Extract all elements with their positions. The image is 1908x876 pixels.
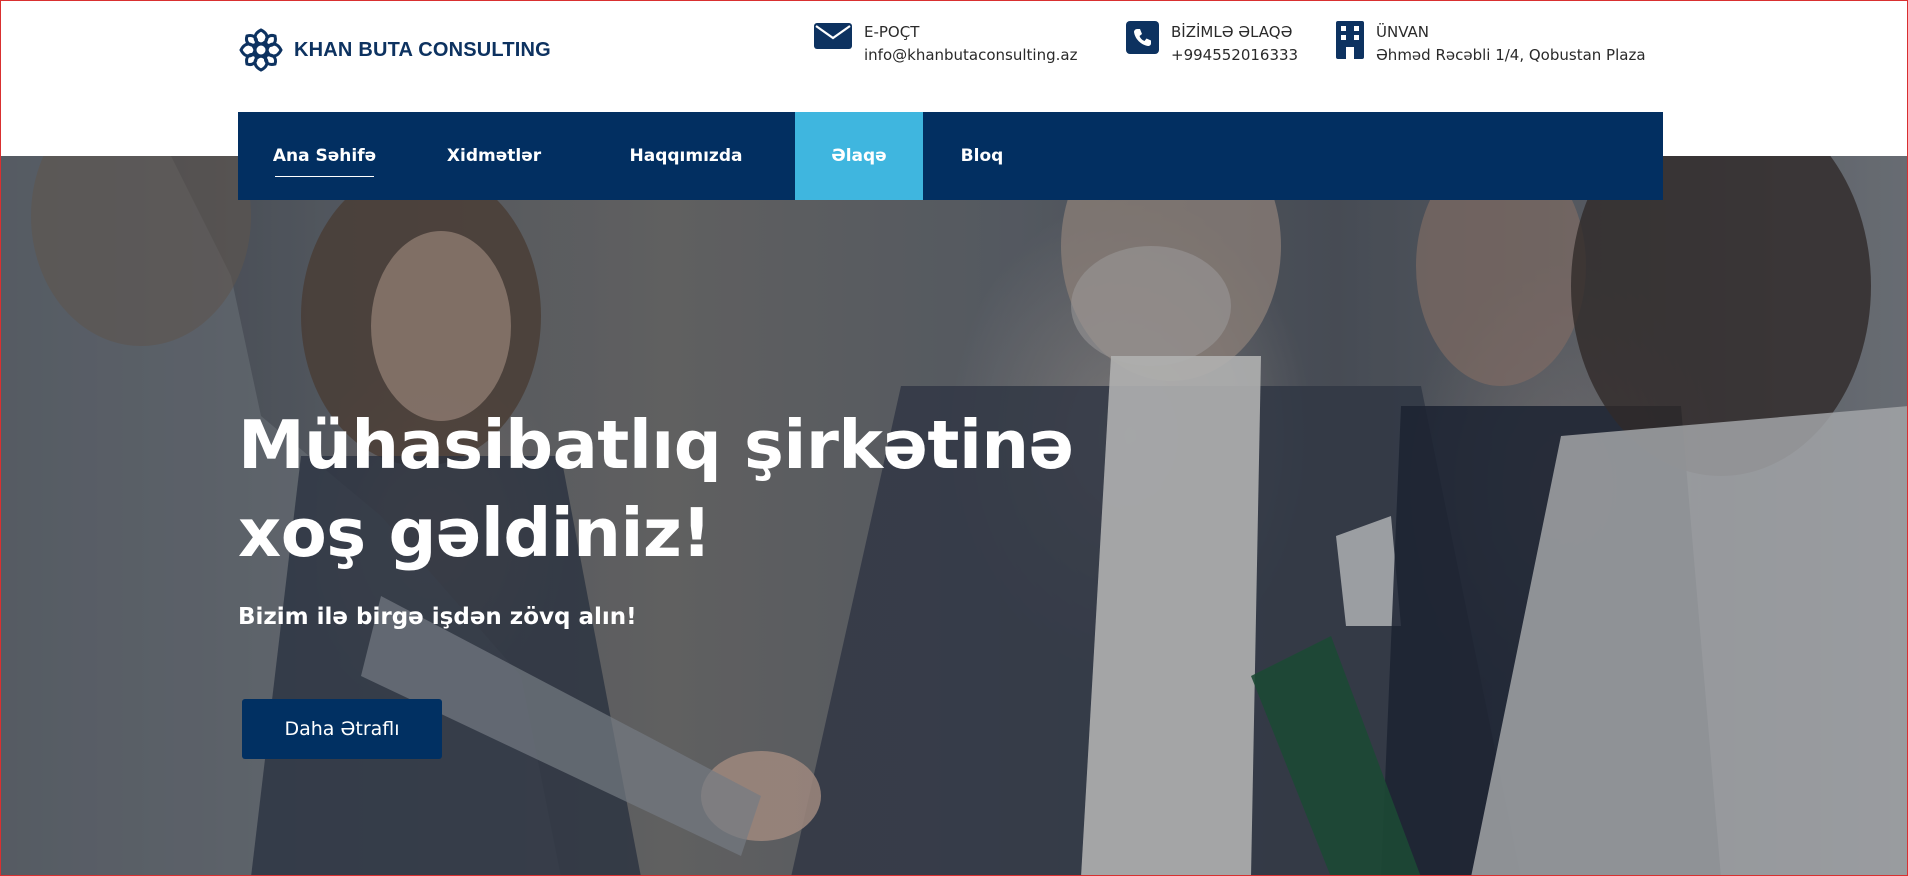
address-value: Əhməd Rəcəbli 1/4, Qobustan Plaza: [1376, 46, 1646, 64]
building-icon: [1336, 21, 1364, 59]
nav-item-label: Bloq: [960, 146, 1004, 166]
hero-title-line-1: Mühasibatlıq şirkətinə: [238, 406, 1074, 484]
contact-email: E-POÇT info@khanbutaconsulting.az: [814, 21, 1077, 67]
nav-item-blog[interactable]: Bloq: [923, 112, 1041, 200]
brand-name: KHAN BUTA CONSULTING: [294, 38, 551, 61]
page-frame: Mühasibatlıq şirkətinə xoş gəldiniz! Biz…: [0, 0, 1908, 876]
envelope-icon: [814, 23, 852, 49]
email-value[interactable]: info@khanbutaconsulting.az: [864, 43, 1077, 67]
hero-banner: Mühasibatlıq şirkətinə xoş gəldiniz! Biz…: [1, 156, 1907, 875]
nav-item-label: Xidmətlər: [446, 146, 542, 166]
nav-item-label: Ana Səhifə: [272, 146, 377, 166]
learn-more-button[interactable]: Daha Ətraflı: [242, 699, 442, 759]
active-underline: [275, 176, 374, 177]
contact-address: ÜNVAN Əhməd Rəcəbli 1/4, Qobustan Plaza: [1336, 21, 1646, 67]
hero-title-line-2: xoş gəldiniz!: [238, 494, 712, 572]
address-label: ÜNVAN: [1376, 23, 1429, 41]
nav-item-services[interactable]: Xidmətlər: [411, 112, 577, 200]
contact-phone: BİZİMLƏ ƏLAQƏ +994552016333: [1126, 21, 1298, 67]
buta-emblem-icon: [239, 28, 283, 72]
nav-item-contact[interactable]: Əlaqə: [795, 112, 923, 200]
email-label: E-POÇT: [864, 23, 920, 41]
phone-value[interactable]: +994552016333: [1171, 43, 1298, 67]
nav-item-label: Əlaqə: [831, 146, 887, 166]
phone-label: BİZİMLƏ ƏLAQƏ: [1171, 23, 1293, 41]
hero-subtitle: Bizim ilə birgə işdən zövq alın!: [238, 604, 637, 630]
main-navigation: Ana Səhifə Xidmətlər Haqqımızda Əlaqə Bl…: [238, 112, 1663, 200]
nav-item-home[interactable]: Ana Səhifə: [238, 112, 411, 200]
nav-item-about[interactable]: Haqqımızda: [577, 112, 795, 200]
hero-title: Mühasibatlıq şirkətinə xoş gəldiniz!: [238, 401, 1138, 577]
phone-icon: [1126, 21, 1159, 54]
brand-logo[interactable]: KHAN BUTA CONSULTING: [237, 26, 551, 74]
nav-item-label: Haqqımızda: [629, 146, 743, 166]
